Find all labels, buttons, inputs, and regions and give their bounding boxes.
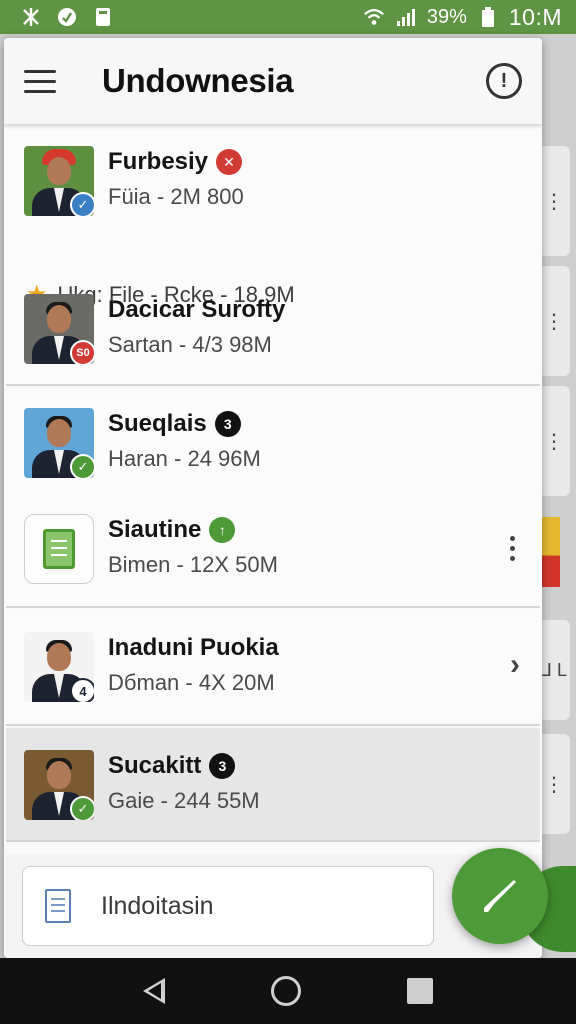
file-group: 4 Inaduni Puokia Dбman - 4X 20M › (6, 610, 540, 726)
item-meta: Bimen - 12X 50M (108, 552, 278, 577)
page-title: Undownesia (102, 62, 294, 99)
list-item[interactable]: Siautine ↑ Bimen - 12X 50M (6, 514, 540, 594)
avatar: ✓ (24, 408, 94, 478)
background-row: ⋮ (538, 734, 570, 834)
background-row: ᒧ L (538, 620, 570, 720)
battery-icon (477, 6, 499, 28)
list-item[interactable]: 4 Inaduni Puokia Dбman - 4X 20M › (6, 632, 540, 712)
item-title: Sueqlais 3 (108, 410, 241, 438)
back-button[interactable] (143, 978, 165, 1004)
avatar: ✓ (24, 146, 94, 216)
menu-button[interactable] (24, 61, 64, 101)
recents-button[interactable] (407, 978, 433, 1004)
wifi-icon (363, 6, 385, 28)
document-icon (45, 889, 71, 923)
top-app-bar: Undownesia ! (4, 38, 542, 124)
info-button[interactable]: ! (486, 63, 522, 99)
home-button[interactable] (271, 976, 301, 1006)
file-notification-icon (92, 6, 114, 28)
avatar: ✓ (24, 750, 94, 820)
count-status-icon: 3 (214, 411, 241, 437)
list-item[interactable]: ✓ Sueqlais 3 Haran - 24 96M (6, 408, 540, 488)
sync-status-icon: ↑ (209, 517, 236, 543)
check-badge-icon: ✓ (70, 796, 94, 820)
item-title: Dacicar Surofty (108, 296, 286, 323)
count-status-icon: 3 (209, 753, 236, 779)
item-meta: Füia - 2M 800 (108, 184, 244, 209)
more-icon: ⋮ (544, 773, 564, 796)
item-meta: Haran - 24 96M (108, 446, 261, 471)
count-badge-icon: S0 (70, 340, 94, 364)
navigation-bar (0, 958, 576, 1024)
file-group: ✓ Furbesiy ✕ Füia - 2M 800 ★ Ukg: File -… (6, 128, 540, 386)
pen-icon (484, 880, 516, 912)
clock: 10:M (508, 3, 562, 30)
background-row: ⋮ (538, 146, 570, 256)
item-title: Furbesiy ✕ (108, 148, 243, 176)
more-options-button[interactable] (508, 536, 516, 561)
tag-badge-icon: 4 (70, 678, 94, 702)
item-title: Siautine ↑ (108, 516, 236, 544)
document-icon (24, 514, 94, 584)
item-meta: Sartan - 4/3 98M (108, 332, 272, 357)
sync-notification-icon (56, 6, 78, 28)
background-row: ⋮ (538, 386, 570, 496)
more-icon: ⋮ (544, 430, 564, 453)
app-notification-icon (20, 6, 42, 28)
background-row: ⋮ (538, 266, 570, 376)
list-item[interactable]: ✓ Furbesiy ✕ Füia - 2M 800 (6, 146, 540, 226)
more-icon: ⋮ (544, 310, 564, 333)
item-title: Inaduni Puokia (108, 634, 279, 661)
verified-badge-icon: ✓ (70, 192, 94, 216)
more-icon: ⋮ (544, 190, 564, 213)
item-title: Sucakitt 3 (108, 752, 236, 780)
list-item[interactable]: ✓ Sucakitt 3 Gaie - 244 55M (6, 750, 540, 830)
list-item[interactable]: S0 Dacicar Surofty Sartan - 4/3 98M (6, 294, 540, 374)
item-meta: Gaie - 244 55M (108, 788, 260, 813)
compose-field[interactable]: Ilndoitasin (22, 866, 434, 946)
signal-icon (395, 6, 417, 28)
battery-percent: 39% (426, 5, 467, 28)
status-bar: 39% 10:M (0, 0, 576, 34)
compose-fab-button[interactable] (452, 848, 548, 944)
chevron-right-icon[interactable]: › (510, 648, 520, 682)
avatar: S0 (24, 294, 94, 364)
error-status-icon: ✕ (216, 149, 243, 175)
file-group: ✓ Sueqlais 3 Haran - 24 96M Siautine ↑ B… (6, 388, 540, 608)
avatar: 4 (24, 632, 94, 702)
item-meta: Dбman - 4X 20M (108, 670, 275, 695)
compose-text: Ilndoitasin (101, 891, 214, 920)
check-badge-icon: ✓ (70, 454, 94, 478)
file-sheet: Undownesia ! ✓ Furbesiy ✕ Füia - 2M 800 … (4, 38, 542, 958)
file-group-selected: ✓ Sucakitt 3 Gaie - 244 55M (6, 728, 540, 842)
